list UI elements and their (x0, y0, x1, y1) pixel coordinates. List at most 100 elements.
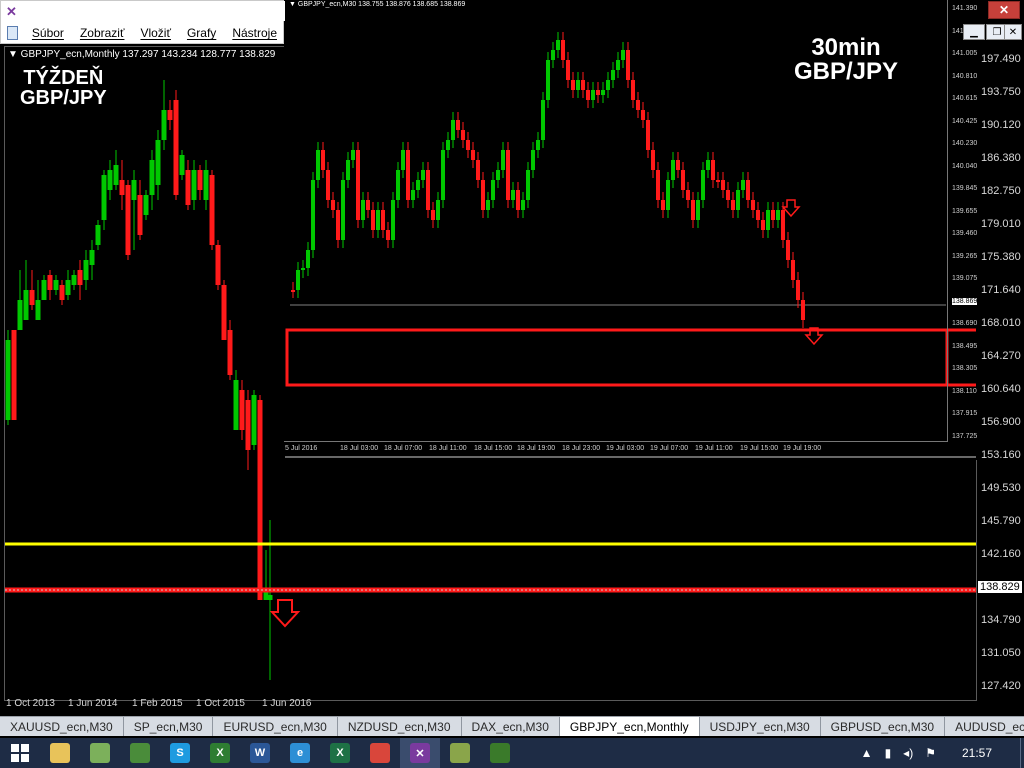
price-tick: 168.010 (981, 317, 1021, 329)
chart-tab[interactable]: NZDUSD_ecn,M30 (337, 717, 462, 736)
time-tick: 1 Jun 2014 (68, 698, 118, 709)
chart-tab[interactable]: XAUUSD_ecn,M30 (0, 717, 124, 736)
weekly-label: TÝŽDEŇ GBP/JPY (20, 68, 107, 108)
price-tick: 179.010 (981, 218, 1021, 230)
app-window-header: ✕ Súbor Zobraziť Vložiť Grafy Nástroje (0, 0, 285, 44)
menu-charts[interactable]: Grafy (179, 26, 224, 40)
m30-time-tick: 19 Jul 15:00 (740, 445, 779, 452)
title-bar[interactable]: ✕ (1, 1, 285, 21)
photo-icon (450, 743, 470, 763)
metatrader-icon: ✕ (410, 743, 430, 763)
m30-time-tick: 18 Jul 15:00 (474, 445, 513, 452)
app-logo-icon: ✕ (6, 4, 17, 19)
flag-icon[interactable]: ⚑ (925, 746, 936, 760)
chart-tab[interactable]: AUDUSD_ecn, (945, 717, 1024, 736)
price-tick: 131.050 (981, 647, 1021, 659)
price-tick: 190.120 (981, 119, 1021, 131)
m30-price-tick: 139.075 (952, 275, 978, 282)
tray-expand-icon[interactable]: ▲ (861, 746, 873, 760)
m30-price-tick: 139.845 (952, 185, 978, 192)
m30-time-tick: 19 Jul 11:00 (695, 445, 733, 452)
taskbar-app[interactable] (80, 738, 120, 768)
menu-tools[interactable]: Nástroje (224, 26, 285, 40)
taskbar: S X We X ✕ ▲ ▮ ◂) ⚑ 21:57 (0, 738, 1024, 768)
m30-price-tick: 138.690 (952, 320, 978, 327)
taskbar-app[interactable] (440, 738, 480, 768)
file-explorer-icon (50, 743, 70, 763)
m30-time-tick: 5 Jul 2016 (285, 445, 318, 452)
chart-tab[interactable]: GBPJPY_ecn,Monthly (559, 717, 700, 736)
chart-tab[interactable]: DAX_ecn,M30 (461, 717, 560, 736)
window-close-button[interactable]: ✕ (988, 1, 1020, 19)
chart-tab[interactable]: USDJPY_ecn,M30 (699, 717, 821, 736)
m30-price-tick: 138.110 (952, 387, 977, 395)
price-tick: 186.380 (981, 152, 1021, 164)
price-tick: 134.790 (981, 614, 1021, 626)
taskbar-app[interactable] (360, 738, 400, 768)
m30-time-tick: 19 Jul 03:00 (606, 445, 645, 452)
taskbar-app[interactable] (120, 738, 160, 768)
clock[interactable]: 21:57 (962, 746, 992, 760)
menu-bar: Súbor Zobraziť Vložiť Grafy Nástroje (1, 23, 285, 43)
chart-tab[interactable]: EURUSD_ecn,M30 (213, 717, 338, 736)
m30-price-tick: 140.040 (952, 162, 978, 170)
skype-icon: S (170, 743, 190, 763)
start-button[interactable] (0, 738, 40, 768)
price-tick: 193.750 (981, 86, 1021, 98)
network-icon[interactable]: ▮ (885, 746, 892, 760)
price-tick: 175.380 (981, 251, 1021, 263)
m30-time-tick: 18 Jul 23:00 (562, 445, 601, 452)
chart-header: ▼ GBPJPY_ecn,Monthly 137.297 143.234 128… (8, 49, 276, 60)
m30-time-tick: 18 Jul 19:00 (517, 445, 556, 452)
m30-time-tick: 19 Jul 07:00 (650, 445, 689, 452)
m30-label: 30min GBP/JPY (794, 36, 898, 84)
m30-time-tick: 18 Jul 03:00 (340, 445, 379, 452)
volume-icon[interactable]: ◂) (903, 746, 913, 760)
chrome-icon (370, 743, 390, 763)
price-tick: 127.420 (981, 680, 1021, 692)
price-tick: 197.490 (981, 53, 1021, 65)
current-price-label: 138.829 (978, 581, 1022, 593)
m30-price-tick: 138.495 (952, 342, 978, 350)
document-icon[interactable] (7, 26, 18, 40)
price-tick: 156.900 (981, 416, 1021, 428)
menu-insert[interactable]: Vložiť (132, 26, 179, 40)
show-desktop-button[interactable] (1020, 738, 1024, 768)
m30-price-tick: 139.655 (952, 207, 978, 215)
menu-view[interactable]: Zobraziť (72, 26, 133, 40)
taskbar-app[interactable]: ✕ (400, 738, 440, 768)
m30-price-tick: 140.230 (952, 140, 978, 147)
taskbar-app[interactable]: X (200, 738, 240, 768)
m30-chart-header: ▼ GBPJPY_ecn,M30 138.755 138.876 138.685… (289, 1, 466, 8)
weekly-label-line2: GBP/JPY (20, 87, 107, 109)
excel-icon: X (210, 743, 230, 763)
m30-price-tick: 140.615 (952, 95, 978, 102)
word-icon: W (250, 743, 270, 763)
taskbar-app[interactable]: W (240, 738, 280, 768)
minimize-button[interactable]: ▁ (963, 24, 985, 40)
chart-tabs: XAUUSD_ecn,M30 SP_ecn,M30 EURUSD_ecn,M30 NZ… (0, 716, 1024, 736)
chart-close-button[interactable]: ✕ (1004, 24, 1022, 40)
price-tick: 182.750 (981, 185, 1021, 197)
menu-file[interactable]: Súbor (24, 26, 72, 40)
m30-price-tick: 137.725 (952, 432, 978, 440)
explorer-icon: e (290, 743, 310, 763)
taskbar-app[interactable] (40, 738, 80, 768)
image-viewer-icon (90, 743, 110, 763)
excel-icon-2: X (330, 743, 350, 763)
taskbar-app[interactable]: e (280, 738, 320, 768)
time-tick: 1 Oct 2015 (196, 698, 245, 709)
m30-price-tick: 139.460 (952, 230, 978, 237)
m30-price-tick: 137.915 (952, 410, 978, 417)
taskbar-apps: S X We X ✕ (40, 738, 520, 768)
taskbar-app[interactable]: S (160, 738, 200, 768)
m30-time-tick: 19 Jul 19:00 (783, 445, 822, 452)
price-tick: 153.160 (981, 449, 1021, 461)
time-tick: 1 Jun 2016 (262, 698, 312, 709)
chart-tab[interactable]: GBPUSD_ecn,M30 (820, 717, 946, 736)
m30-price-tick: 139.265 (952, 252, 978, 260)
m30-price-tick: 141.390 (952, 5, 978, 12)
chart-tab[interactable]: SP_ecn,M30 (123, 717, 214, 736)
taskbar-app[interactable]: X (320, 738, 360, 768)
taskbar-app[interactable] (480, 738, 520, 768)
